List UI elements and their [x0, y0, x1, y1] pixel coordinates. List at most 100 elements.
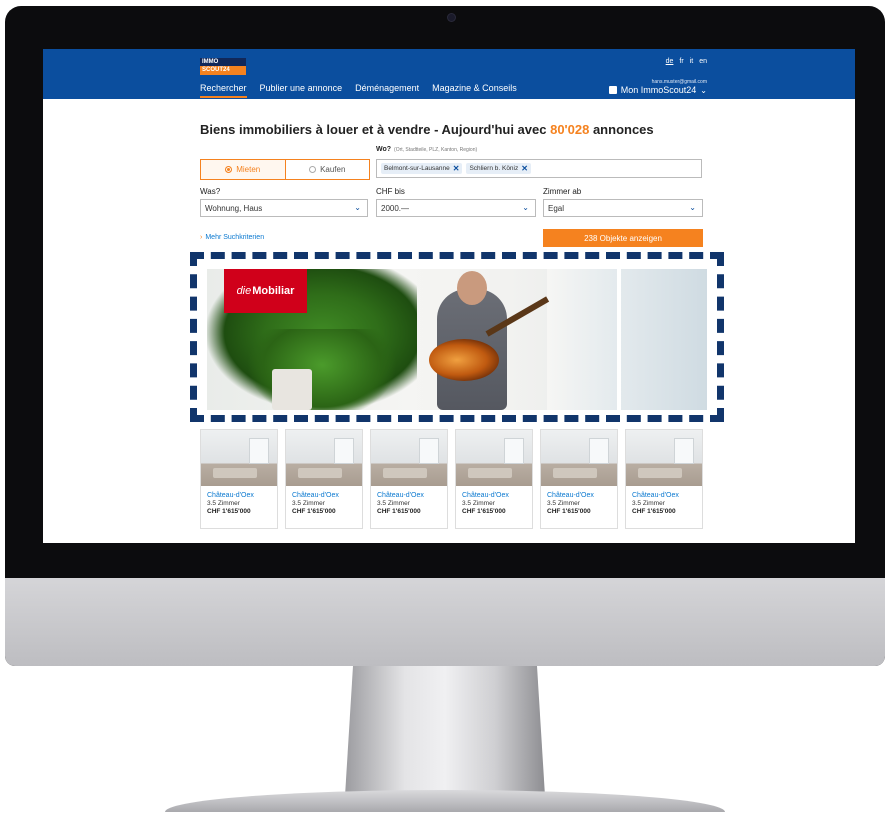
listing-card[interactable]: Château-d'Oex 3.5 Zimmer CHF 1'615'000 — [285, 429, 363, 529]
window-graphic — [334, 438, 354, 464]
chevron-down-icon: ⌄ — [354, 203, 361, 212]
listing-card[interactable]: Château-d'Oex 3.5 Zimmer CHF 1'615'000 — [370, 429, 448, 529]
title-text-end: annonces — [589, 122, 654, 137]
account-menu[interactable]: Mon ImmoScout24 ⌄ — [608, 85, 707, 95]
browser-screen: IMMO SCOUT24 de fr it en hans.muster@gmail.… — [43, 49, 855, 543]
window-graphic — [504, 438, 524, 464]
location-hint: (Ort, Stadtteile, PLZ, Kanton, Region) — [394, 147, 478, 153]
listing-rooms: 3.5 Zimmer — [377, 500, 410, 507]
logo-bottom-text: SCOUT24 — [200, 66, 246, 75]
lang-it[interactable]: it — [690, 58, 694, 65]
window-graphic — [589, 438, 609, 464]
mobiliar-ad-banner[interactable]: die Mobiliar — [207, 269, 707, 410]
listing-price: CHF 1'615'000 — [462, 508, 506, 515]
main-nav: Rechercher Publier une annonce Déménagem… — [200, 83, 517, 98]
lang-en[interactable]: en — [699, 58, 707, 65]
listing-city[interactable]: Château-d'Oex — [292, 492, 362, 499]
site-header: IMMO SCOUT24 de fr it en hans.muster@gmail.… — [43, 49, 855, 99]
monitor-bezel: IMMO SCOUT24 de fr it en hans.muster@gmail.… — [5, 6, 885, 666]
lang-de[interactable]: de — [666, 58, 674, 65]
listing-price: CHF 1'615'000 — [207, 508, 251, 515]
price-label: CHF bis — [376, 187, 405, 196]
sofa-graphic — [383, 468, 427, 478]
sofa-graphic — [298, 468, 342, 478]
guitarist-head-graphic — [457, 271, 487, 305]
window-graphic — [547, 269, 707, 410]
listing-rooms: 3.5 Zimmer — [292, 500, 325, 507]
listing-photo — [201, 430, 277, 486]
listing-price: CHF 1'615'000 — [292, 508, 336, 515]
close-icon[interactable]: ✕ — [521, 164, 528, 172]
mobiliar-logo: die Mobiliar — [224, 269, 307, 313]
window-graphic — [419, 438, 439, 464]
listing-price: CHF 1'615'000 — [632, 508, 676, 515]
listing-card[interactable]: Château-d'Oex 3.5 Zimmer CHF 1'615'000 — [455, 429, 533, 529]
sofa-graphic — [553, 468, 597, 478]
listing-rooms: 3.5 Zimmer — [462, 500, 495, 507]
location-chip[interactable]: Belmont-sur-Lausanne ✕ — [381, 163, 463, 174]
rooms-label: Zimmer ab — [543, 187, 582, 196]
mode-label-kaufen: Kaufen — [320, 165, 346, 174]
account-label: Mon ImmoScout24 — [620, 85, 697, 95]
window-graphic — [249, 438, 269, 464]
lang-fr[interactable]: fr — [679, 58, 683, 65]
camera-icon — [448, 14, 455, 21]
listing-card[interactable]: Château-d'Oex 3.5 Zimmer CHF 1'615'000 — [625, 429, 703, 529]
chevron-down-icon: ⌄ — [522, 203, 529, 212]
title-text-start: Biens immobiliers à louer et à vendre - … — [200, 122, 551, 137]
more-criteria-link[interactable]: › Mehr Suchkriterien — [200, 234, 264, 241]
immoscout-logo[interactable]: IMMO SCOUT24 — [200, 58, 246, 75]
brand-name: Mobiliar — [252, 285, 295, 297]
price-select[interactable]: 2000.— ⌄ — [376, 199, 536, 217]
mode-option-mieten[interactable]: Mieten — [201, 160, 286, 179]
listing-city[interactable]: Château-d'Oex — [462, 492, 532, 499]
location-chip-label: Schliern b. Köniz — [469, 165, 519, 172]
user-icon — [608, 86, 617, 94]
close-icon[interactable]: ✕ — [453, 164, 460, 172]
sofa-graphic — [638, 468, 682, 478]
nav-publier[interactable]: Publier une annonce — [260, 83, 343, 98]
type-label: Was? — [200, 187, 221, 196]
monitor-base — [165, 790, 725, 812]
nav-magazine[interactable]: Magazine & Conseils — [432, 83, 517, 98]
mode-option-kaufen[interactable]: Kaufen — [286, 160, 370, 179]
sofa-graphic — [468, 468, 512, 478]
listing-price: CHF 1'615'000 — [377, 508, 421, 515]
listing-city[interactable]: Château-d'Oex — [632, 492, 702, 499]
rooms-value: Egal — [548, 203, 565, 213]
listing-city[interactable]: Château-d'Oex — [377, 492, 447, 499]
listing-photo — [371, 430, 447, 486]
location-input[interactable]: Belmont-sur-Lausanne ✕ Schliern b. Köniz… — [376, 159, 702, 178]
logo-top-text: IMMO — [200, 58, 246, 66]
window-graphic — [674, 438, 694, 464]
listing-card[interactable]: Château-d'Oex 3.5 Zimmer CHF 1'615'000 — [200, 429, 278, 529]
chevron-right-icon: › — [200, 234, 203, 241]
listing-photo — [626, 430, 702, 486]
nav-rechercher[interactable]: Rechercher — [200, 83, 247, 98]
radio-empty-icon — [309, 166, 317, 173]
rooms-select[interactable]: Egal ⌄ — [543, 199, 703, 217]
location-chip[interactable]: Schliern b. Köniz ✕ — [466, 163, 531, 174]
more-criteria-label: Mehr Suchkriterien — [205, 234, 265, 241]
location-label: Wo? (Ort, Stadtteile, PLZ, Kanton, Region… — [376, 146, 477, 153]
nav-demenagement[interactable]: Déménagement — [355, 83, 419, 98]
listing-count: 80'028 — [550, 122, 590, 137]
monitor-chin — [5, 578, 885, 666]
plant-pot-graphic — [272, 369, 312, 410]
listing-photo — [286, 430, 362, 486]
listing-card[interactable]: Château-d'Oex 3.5 Zimmer CHF 1'615'000 — [540, 429, 618, 529]
type-select[interactable]: Wohnung, Haus ⌄ — [200, 199, 368, 217]
rent-buy-toggle: Mieten Kaufen — [200, 159, 370, 180]
page-title: Biens immobiliers à louer et à vendre - … — [200, 122, 654, 137]
show-results-button[interactable]: 238 Objekte anzeigen — [543, 229, 703, 247]
listing-photo — [541, 430, 617, 486]
listing-city[interactable]: Château-d'Oex — [547, 492, 617, 499]
listing-rooms: 3.5 Zimmer — [547, 500, 580, 507]
mode-label-mieten: Mieten — [236, 165, 261, 174]
type-value: Wohnung, Haus — [205, 203, 263, 213]
listing-photo — [456, 430, 532, 486]
listing-city[interactable]: Château-d'Oex — [207, 492, 277, 499]
location-label-text: Wo? — [376, 146, 392, 153]
language-switcher: de fr it en — [660, 58, 707, 65]
location-chip-label: Belmont-sur-Lausanne — [384, 165, 450, 172]
